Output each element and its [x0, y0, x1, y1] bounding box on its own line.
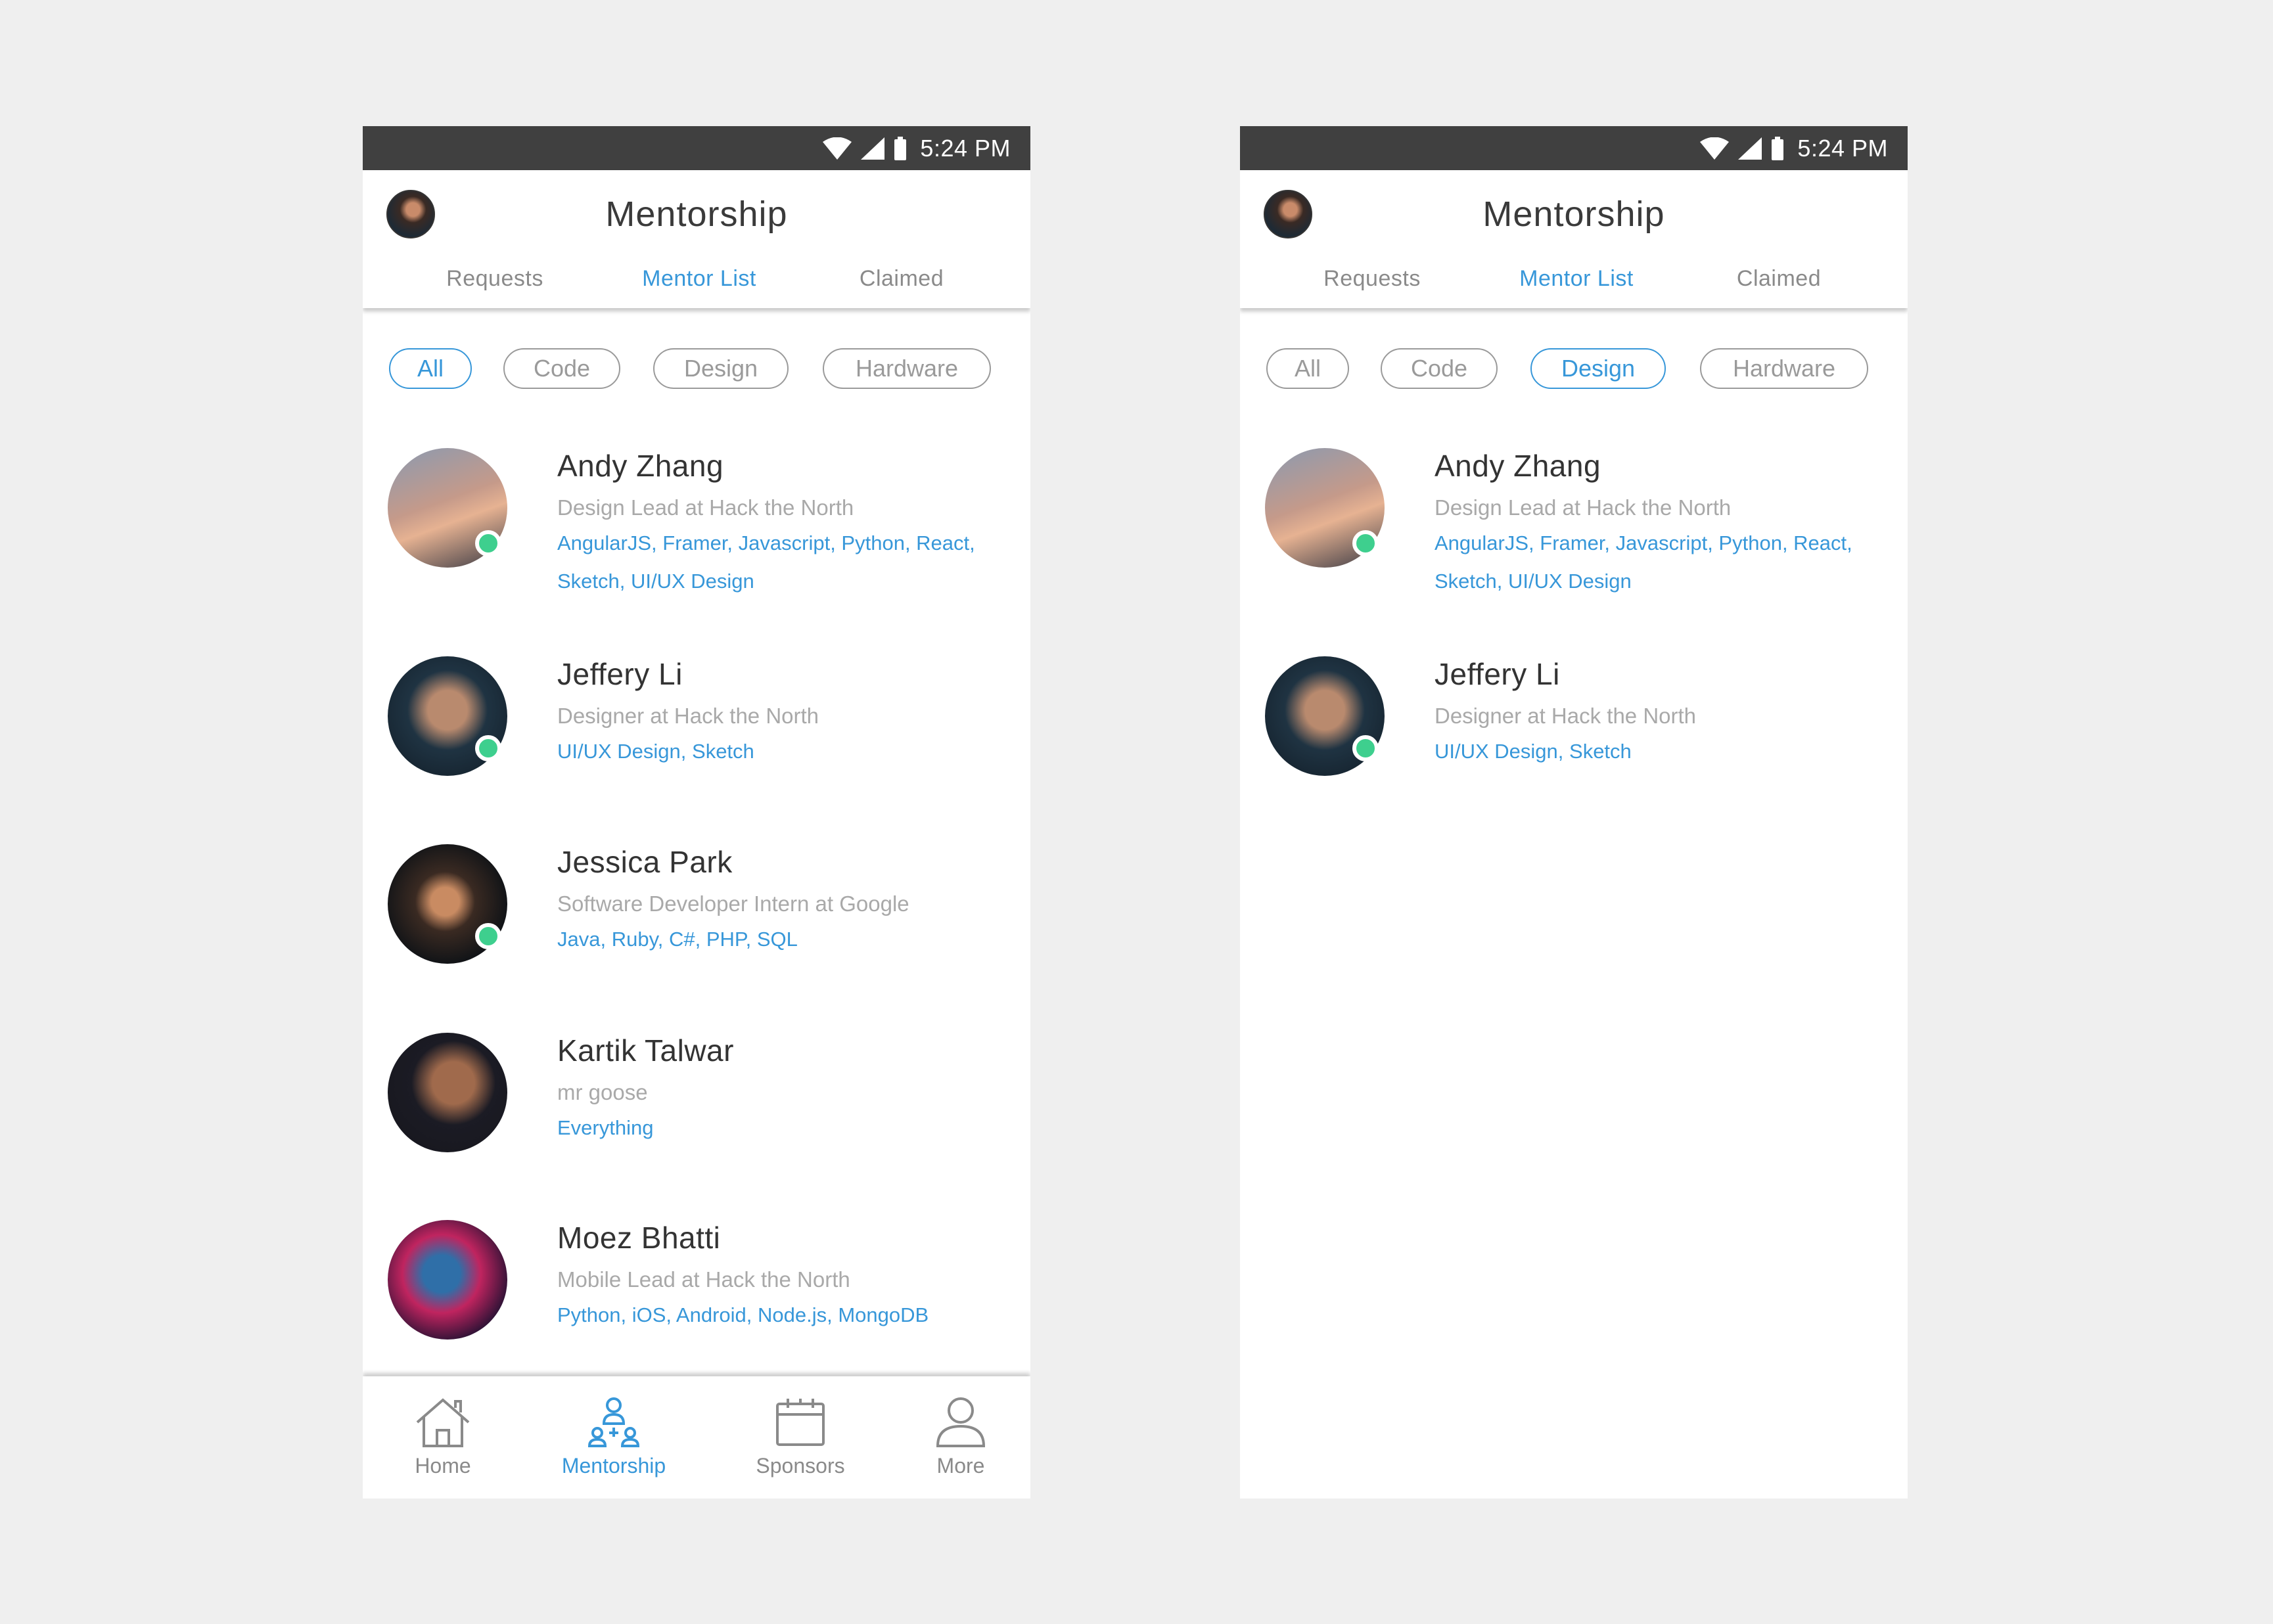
nav-sponsors[interactable]: Sponsors [735, 1396, 866, 1478]
mentor-name: Jessica Park [557, 845, 733, 879]
calendar-icon [776, 1399, 825, 1446]
bottom-nav: Home Mentorship Sponsors More [363, 1376, 1030, 1499]
page-title: Mentorship [1482, 194, 1665, 234]
home-icon [416, 1398, 470, 1447]
mentor-role: mr goose [557, 1080, 648, 1104]
status-bar: 5:24 PM [363, 126, 1030, 170]
filter-chip-hardware[interactable]: Hardware [1700, 348, 1868, 389]
app-bar: Mentorship Requests Mentor List Claimed [1240, 170, 1908, 308]
tab-bar: Requests Mentor List Claimed [1240, 266, 1908, 299]
mentor-name: Kartik Talwar [557, 1033, 734, 1068]
battery-icon [1772, 136, 1784, 160]
avatar [388, 1033, 507, 1152]
online-indicator [1352, 530, 1379, 556]
nav-label: Mentorship [561, 1454, 666, 1477]
filter-chips: All Code Design Hardware [1240, 348, 1908, 392]
online-indicator [475, 530, 501, 556]
page-title: Mentorship [605, 194, 788, 234]
app-bar: Mentorship Requests Mentor List Claimed [363, 170, 1030, 308]
wifi-icon [1700, 137, 1730, 160]
filter-chip-code[interactable]: Code [1381, 348, 1498, 389]
signal-icon [1738, 137, 1762, 160]
mentor-name: Moez Bhatti [557, 1221, 721, 1255]
filter-chip-all[interactable]: All [1266, 348, 1349, 389]
mentor-name: Andy Zhang [1435, 449, 1601, 483]
signal-icon [861, 137, 885, 160]
mentor-skills: AngularJS, Framer, Javascript, Python, R… [1435, 531, 1852, 593]
clock: 5:24 PM [1797, 134, 1888, 162]
mentor-role: Software Developer Intern at Google [557, 891, 909, 916]
nav-more[interactable]: More [895, 1396, 1026, 1478]
tab-requests[interactable]: Requests [446, 266, 543, 292]
nav-label: More [936, 1454, 985, 1477]
person-icon [936, 1397, 986, 1447]
mentor-skills: Java, Ruby, C#, PHP, SQL [557, 928, 798, 951]
mentor-skills: Everything [557, 1116, 654, 1139]
mentor-role: Designer at Hack the North [1435, 704, 1697, 728]
online-indicator [475, 923, 501, 949]
mentor-role: Design Lead at Hack the North [1435, 495, 1732, 520]
phone-screen-all: 5:24 PM Mentorship Requests Mentor List … [363, 126, 1030, 1499]
mentor-role: Mobile Lead at Hack the North [557, 1267, 850, 1292]
mentor-name: Jeffery Li [557, 657, 683, 691]
mentor-name: Andy Zhang [557, 449, 724, 483]
filter-chip-code[interactable]: Code [503, 348, 620, 389]
phone-screen-design: 5:24 PM Mentorship Requests Mentor List … [1240, 126, 1908, 1499]
nav-label: Sponsors [756, 1454, 845, 1477]
status-bar: 5:24 PM [1240, 126, 1908, 170]
nav-mentorship[interactable]: Mentorship [548, 1396, 679, 1478]
online-indicator [1352, 735, 1379, 761]
tab-requests[interactable]: Requests [1323, 266, 1421, 292]
filter-chip-design[interactable]: Design [1530, 348, 1666, 389]
mentor-name: Jeffery Li [1435, 657, 1560, 691]
tab-claimed[interactable]: Claimed [860, 266, 944, 292]
avatar [388, 1220, 507, 1340]
wifi-icon [823, 137, 852, 160]
mentorship-icon [587, 1397, 640, 1447]
mentor-skills: Python, iOS, Android, Node.js, MongoDB [557, 1303, 929, 1326]
filter-chips: All Code Design Hardware [363, 348, 1030, 392]
nav-home[interactable]: Home [377, 1396, 509, 1478]
battery-icon [894, 136, 907, 160]
filter-chip-hardware[interactable]: Hardware [823, 348, 991, 389]
clock: 5:24 PM [920, 134, 1011, 162]
mentor-skills: UI/UX Design, Sketch [1435, 740, 1632, 763]
mentor-role: Design Lead at Hack the North [557, 495, 854, 520]
filter-chip-design[interactable]: Design [653, 348, 789, 389]
online-indicator [475, 735, 501, 761]
mentor-skills: UI/UX Design, Sketch [557, 740, 754, 763]
tab-bar: Requests Mentor List Claimed [363, 266, 1030, 299]
filter-chip-all[interactable]: All [389, 348, 472, 389]
tab-claimed[interactable]: Claimed [1737, 266, 1821, 292]
mentor-skills: AngularJS, Framer, Javascript, Python, R… [557, 531, 975, 593]
tab-mentor-list[interactable]: Mentor List [1519, 266, 1634, 292]
tab-mentor-list[interactable]: Mentor List [642, 266, 756, 292]
nav-label: Home [415, 1454, 471, 1477]
mentor-role: Designer at Hack the North [557, 704, 819, 728]
